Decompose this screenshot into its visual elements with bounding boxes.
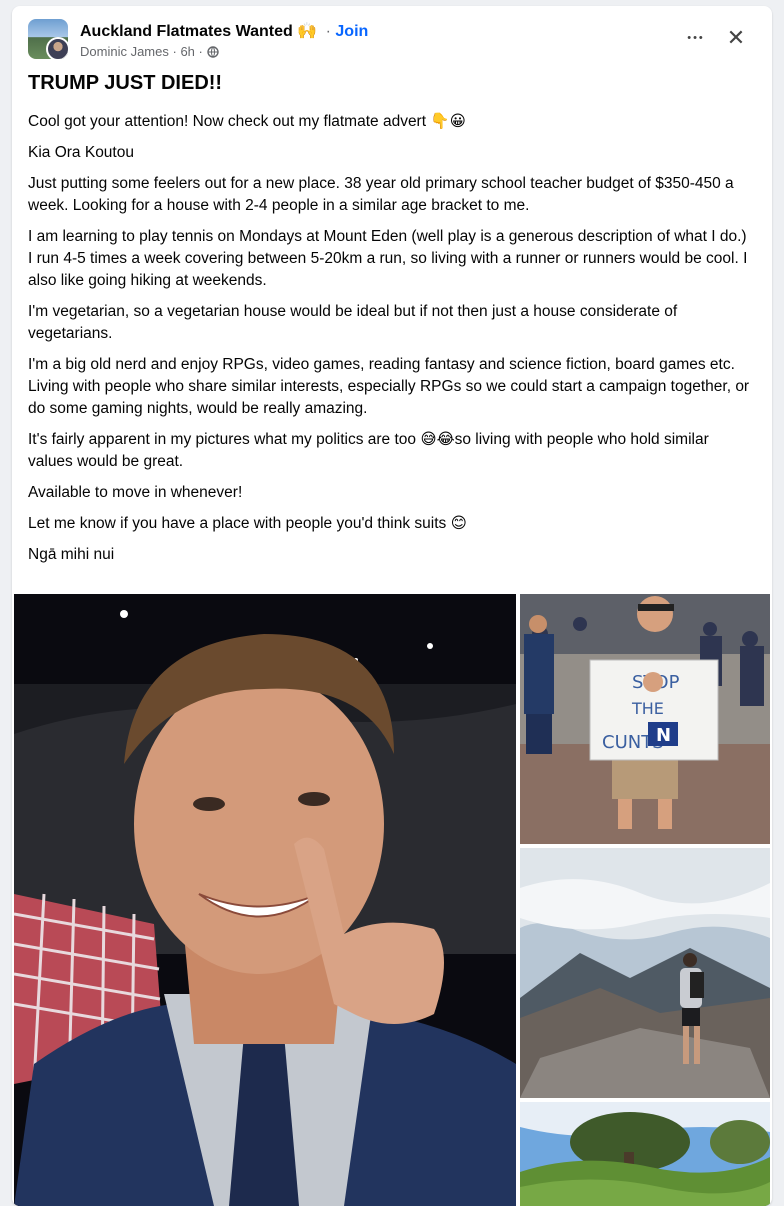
author-name[interactable]: Dominic James	[80, 44, 169, 59]
post-paragraph: It's fairly apparent in my pictures what…	[28, 431, 709, 470]
close-icon: ✕	[726, 25, 746, 50]
close-button[interactable]: ✕	[720, 22, 752, 54]
post-paragraph: Just putting some feelers out for a new …	[28, 175, 734, 214]
join-button[interactable]: Join	[335, 23, 368, 40]
post-meta: Dominic James · 6h ·	[80, 44, 219, 59]
sign-line-2: THE	[631, 699, 664, 718]
post-paragraph: I'm a big old nerd and enjoy RPGs, video…	[28, 356, 750, 417]
post-body: TRUMP JUST DIED!! Cool got your attentio…	[28, 72, 752, 575]
photo-protest[interactable]: STOP THE CUNTS N	[520, 594, 770, 844]
post-card: Auckland Flatmates Wanted 🙌 · Join Domin…	[12, 6, 772, 1206]
more-horizontal-icon: •••	[687, 32, 705, 44]
post-time[interactable]: 6h	[180, 44, 194, 59]
more-options-button[interactable]: •••	[680, 26, 712, 50]
group-name[interactable]: Auckland Flatmates Wanted	[80, 23, 293, 40]
post-paragraph: Ngā mihi nui	[28, 546, 115, 563]
post-paragraph: Let me know if you have a place with peo…	[28, 515, 467, 532]
sign-logo: N	[656, 725, 671, 746]
post-paragraph: Available to move in whenever!	[28, 484, 243, 501]
photo-mountain[interactable]	[520, 848, 770, 1098]
photo-portrait[interactable]	[14, 594, 516, 1206]
group-avatar[interactable]	[28, 19, 68, 59]
post-paragraph: I'm vegetarian, so a vegetarian house wo…	[28, 303, 678, 342]
post-title: TRUMP JUST DIED!!	[28, 72, 223, 94]
post-paragraph: Cool got your attention! Now check out m…	[28, 113, 466, 130]
photo-grid: STOP THE CUNTS N	[14, 594, 770, 1206]
post-header: Auckland Flatmates Wanted 🙌 · Join Domin…	[12, 6, 772, 70]
group-line: Auckland Flatmates Wanted 🙌 · Join	[80, 21, 368, 41]
author-avatar[interactable]	[46, 37, 68, 59]
separator-dot: ·	[172, 44, 177, 59]
post-paragraph: I am learning to play tennis on Mondays …	[28, 228, 748, 289]
globe-icon	[206, 46, 219, 58]
photo-garden[interactable]	[520, 1102, 770, 1206]
raised-hands-emoji: 🙌	[297, 23, 318, 40]
separator-dot: ·	[325, 23, 331, 40]
separator-dot: ·	[198, 44, 203, 59]
post-paragraph: Kia Ora Koutou	[28, 144, 134, 161]
